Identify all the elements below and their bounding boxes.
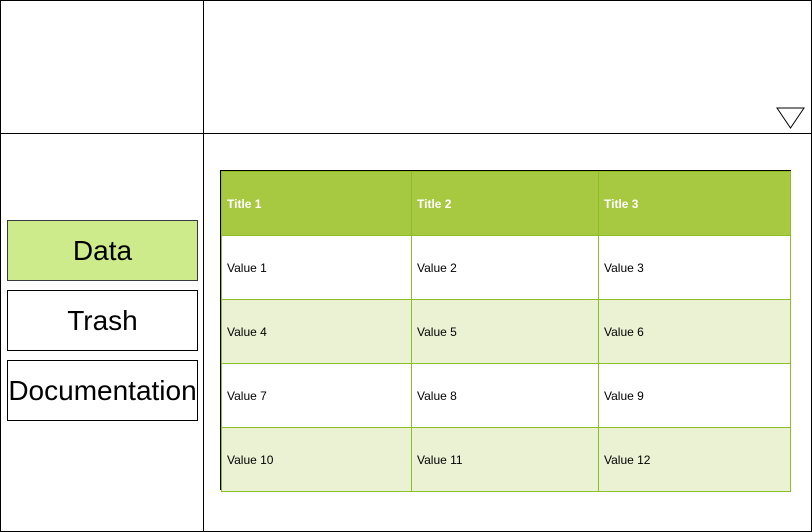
data-table-container: Title 1 Title 2 Title 3 Value 1 Value 2 …: [220, 170, 791, 492]
table-cell: Value 7: [221, 363, 412, 428]
table-cell: Value 5: [411, 299, 599, 364]
table-cell: Value 6: [598, 299, 791, 364]
table-cell: Value 1: [221, 235, 412, 300]
table-row[interactable]: Value 10 Value 11 Value 12: [221, 427, 791, 492]
horizontal-divider: [0, 133, 812, 134]
sidebar-item-trash[interactable]: Trash: [7, 290, 198, 351]
column-header[interactable]: Title 3: [598, 171, 791, 236]
sidebar-item-label: Documentation: [8, 374, 197, 406]
table-header-row: Title 1 Title 2 Title 3: [221, 171, 791, 236]
data-table: Title 1 Title 2 Title 3 Value 1 Value 2 …: [221, 171, 791, 492]
triangle-down-icon[interactable]: [776, 107, 805, 129]
table-cell: Value 8: [411, 363, 599, 428]
table-row[interactable]: Value 7 Value 8 Value 9: [221, 363, 791, 428]
column-header[interactable]: Title 2: [411, 171, 599, 236]
table-cell: Value 4: [221, 299, 412, 364]
header-area: [204, 1, 810, 133]
sidebar-item-label: Data: [72, 234, 133, 266]
table-cell: Value 3: [598, 235, 791, 300]
sidebar-item-data[interactable]: Data: [7, 220, 198, 281]
column-header[interactable]: Title 1: [221, 171, 412, 236]
table-row[interactable]: Value 1 Value 2 Value 3: [221, 235, 791, 300]
table-cell: Value 9: [598, 363, 791, 428]
table-row[interactable]: Value 4 Value 5 Value 6: [221, 299, 791, 364]
table-cell: Value 10: [221, 427, 412, 492]
table-cell: Value 12: [598, 427, 791, 492]
table-cell: Value 11: [411, 427, 599, 492]
sidebar-nav: Data Trash Documentation: [7, 220, 198, 430]
table-cell: Value 2: [411, 235, 599, 300]
sidebar-item-documentation[interactable]: Documentation: [7, 360, 198, 421]
sidebar-item-label: Trash: [67, 304, 138, 336]
